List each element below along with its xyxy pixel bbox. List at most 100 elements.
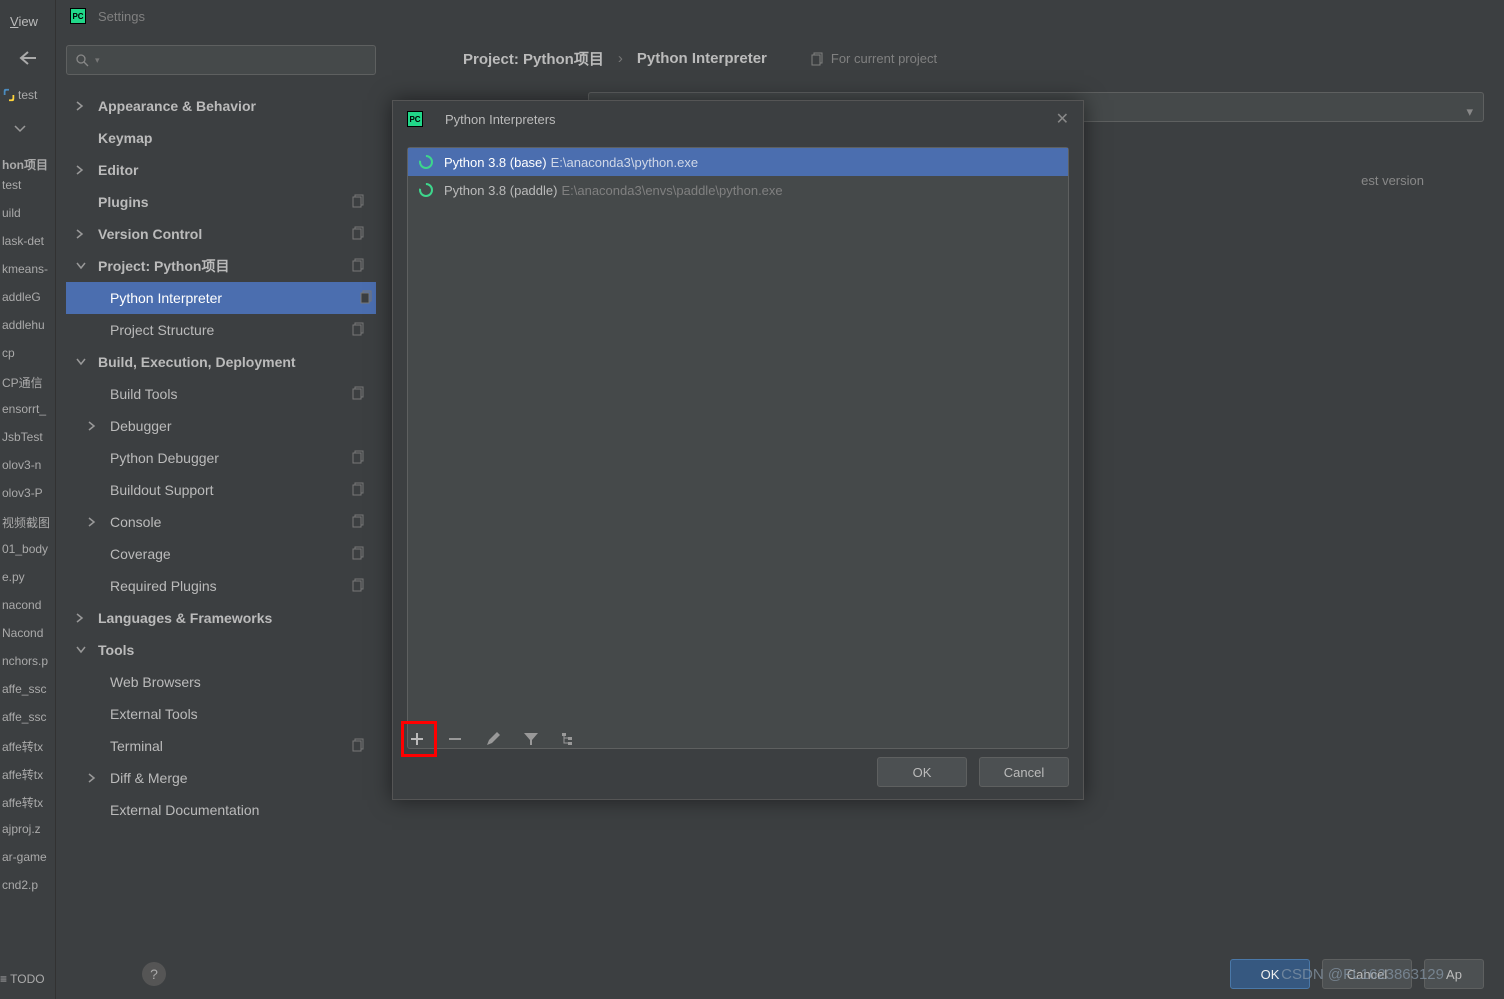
project-file[interactable]: lask-det <box>2 234 56 248</box>
chevron-down-icon <box>76 262 90 270</box>
settings-tree-item[interactable]: Project Structure <box>66 314 376 346</box>
ok-button[interactable]: OK <box>1230 959 1310 989</box>
tree-item-label: Web Browsers <box>110 674 201 690</box>
interpreter-row[interactable]: Python 3.8 (paddle) E:\anaconda3\envs\pa… <box>408 176 1068 204</box>
settings-tree-item[interactable]: Build Tools <box>66 378 376 410</box>
tree-item-label: Debugger <box>110 418 172 434</box>
tree-item-label: Build Tools <box>110 386 177 402</box>
copy-icon <box>352 578 366 592</box>
chevron-down-icon <box>76 358 90 366</box>
settings-tree-item[interactable]: Python Interpreter <box>66 282 376 314</box>
project-file[interactable]: nacond <box>2 598 56 612</box>
chevron-down-icon: ▾ <box>1466 104 1473 120</box>
project-file[interactable]: addlehu <box>2 318 56 332</box>
breadcrumb-project[interactable]: Project: Python项目 <box>463 48 604 69</box>
tree-item-label: Coverage <box>110 546 171 562</box>
project-file[interactable]: 视频截图 <box>2 514 56 531</box>
filter-button[interactable] <box>521 729 541 749</box>
tree-item-label: Tools <box>98 642 134 658</box>
project-file[interactable]: affe转tx <box>2 738 56 755</box>
project-file[interactable]: CP通信 <box>2 374 56 391</box>
project-file[interactable]: ensorrt_ <box>2 402 56 416</box>
copy-icon <box>352 258 366 272</box>
project-root[interactable]: test <box>2 88 56 102</box>
project-file[interactable]: ajproj.z <box>2 822 56 836</box>
project-file[interactable]: uild <box>2 206 56 220</box>
project-file[interactable]: test <box>2 178 56 192</box>
help-button[interactable]: ? <box>142 962 166 986</box>
project-file[interactable]: e.py <box>2 570 56 584</box>
tree-item-label: Appearance & Behavior <box>98 98 256 114</box>
project-root-name[interactable]: hon项目 <box>2 156 56 173</box>
settings-tree-item[interactable]: Plugins <box>66 186 376 218</box>
project-file[interactable]: affe_ssc <box>2 710 56 724</box>
settings-tree-item[interactable]: Tools <box>66 634 376 666</box>
scope-tag: For current project <box>811 51 937 66</box>
settings-tree-item[interactable]: Version Control <box>66 218 376 250</box>
settings-tree-item[interactable]: Project: Python项目 <box>66 250 376 282</box>
project-file[interactable]: Nacond <box>2 626 56 640</box>
close-icon[interactable]: ✕ <box>1056 109 1069 129</box>
project-file[interactable]: affe_ssc <box>2 682 56 696</box>
settings-tree-item[interactable]: Keymap <box>66 122 376 154</box>
settings-search-input[interactable]: ▾ <box>66 45 376 75</box>
project-file[interactable]: 01_body <box>2 542 56 556</box>
settings-tree-item[interactable]: Editor <box>66 154 376 186</box>
settings-tree-item[interactable]: Terminal <box>66 730 376 762</box>
project-file[interactable]: ar-game <box>2 850 56 864</box>
project-file[interactable]: olov3-P <box>2 486 56 500</box>
chevron-right-icon <box>76 229 90 239</box>
settings-tree-item[interactable]: Diff & Merge <box>66 762 376 794</box>
todo-tool[interactable]: ≡ TODO <box>0 972 45 986</box>
settings-tree-item[interactable]: Build, Execution, Deployment <box>66 346 376 378</box>
dialog-ok-button[interactable]: OK <box>877 757 967 787</box>
project-file[interactable]: nchors.p <box>2 654 56 668</box>
interpreter-list[interactable]: Python 3.8 (base) E:\anaconda3\python.ex… <box>407 147 1069 749</box>
dialog-toolbar <box>407 729 579 749</box>
tree-item-label: External Documentation <box>110 802 259 818</box>
back-arrow-icon[interactable] <box>18 50 38 66</box>
settings-tree-item[interactable]: Languages & Frameworks <box>66 602 376 634</box>
copy-icon <box>352 194 366 208</box>
settings-tree-item[interactable]: Appearance & Behavior <box>66 90 376 122</box>
interpreter-path: E:\anaconda3\python.exe <box>551 155 698 170</box>
settings-tree-item[interactable]: Coverage <box>66 538 376 570</box>
interpreter-row[interactable]: Python 3.8 (base) E:\anaconda3\python.ex… <box>408 148 1068 176</box>
settings-tree-item[interactable]: Web Browsers <box>66 666 376 698</box>
cancel-button[interactable]: Cancel <box>1322 959 1412 989</box>
settings-tree-item[interactable]: Console <box>66 506 376 538</box>
pycharm-icon: PC <box>70 8 86 24</box>
project-file[interactable]: kmeans- <box>2 262 56 276</box>
settings-tree-item[interactable]: Debugger <box>66 410 376 442</box>
project-file[interactable]: cp <box>2 346 56 360</box>
interpreter-path: E:\anaconda3\envs\paddle\python.exe <box>561 183 782 198</box>
project-file[interactable]: cnd2.p <box>2 878 56 892</box>
project-file[interactable]: JsbTest <box>2 430 56 444</box>
chevron-right-icon: › <box>618 50 623 67</box>
settings-button-bar: ? OK Cancel Ap <box>112 949 1504 999</box>
add-button[interactable] <box>407 729 427 749</box>
edit-button[interactable] <box>483 729 503 749</box>
settings-tree-item[interactable]: External Documentation <box>66 794 376 826</box>
settings-tree-item[interactable]: Buildout Support <box>66 474 376 506</box>
apply-button[interactable]: Ap <box>1424 959 1484 989</box>
copy-icon <box>811 52 825 66</box>
settings-tree-item[interactable]: Required Plugins <box>66 570 376 602</box>
tree-item-label: Terminal <box>110 738 163 754</box>
project-file[interactable]: affe转tx <box>2 794 56 811</box>
menu-view[interactable]: VViewiew <box>10 14 38 29</box>
project-file[interactable]: affe转tx <box>2 766 56 783</box>
copy-icon <box>352 322 366 336</box>
dropdown-arrow-icon[interactable] <box>14 125 26 133</box>
settings-tree-item[interactable]: External Tools <box>66 698 376 730</box>
settings-tree-item[interactable]: Python Debugger <box>66 442 376 474</box>
chevron-right-icon <box>76 613 90 623</box>
project-file[interactable]: addleG <box>2 290 56 304</box>
python-icon <box>418 154 434 170</box>
show-paths-button[interactable] <box>559 729 579 749</box>
dialog-cancel-button[interactable]: Cancel <box>979 757 1069 787</box>
tree-item-label: Plugins <box>98 194 149 210</box>
tree-item-label: Version Control <box>98 226 202 242</box>
remove-button[interactable] <box>445 729 465 749</box>
project-file[interactable]: olov3-n <box>2 458 56 472</box>
